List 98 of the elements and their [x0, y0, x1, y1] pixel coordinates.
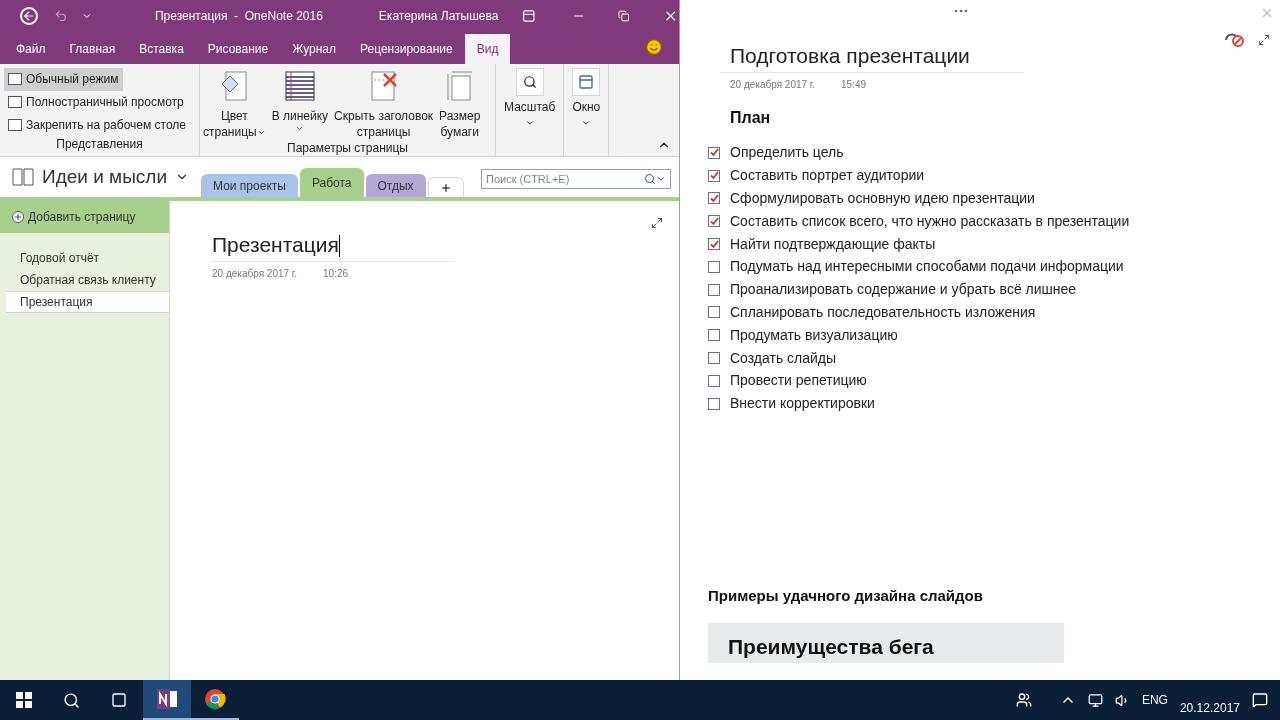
page-title: Подготовка презентации	[730, 43, 971, 69]
section-tab[interactable]: Отдых	[365, 174, 426, 197]
task-label: Составить портрет аудитории	[730, 166, 925, 186]
expand-icon[interactable]	[651, 217, 663, 229]
ribbon-button[interactable]: Цвет страницы	[200, 70, 269, 140]
more-dots-icon[interactable]	[954, 9, 968, 13]
page-time: 10:26	[323, 266, 349, 281]
task-label: Спланировать последовательность изложения	[730, 302, 1036, 322]
onenote-icon	[156, 689, 178, 709]
notebook-selector[interactable]: Идеи и мысли	[0, 157, 201, 197]
ribbon-tab[interactable]: Вид	[464, 34, 511, 64]
window-icon	[572, 68, 601, 96]
checkmark-icon	[709, 194, 719, 203]
task-label: Проанализировать содержание и убрать всё лишнее	[730, 280, 1077, 300]
outline-heading: План	[730, 107, 772, 128]
task-checkbox[interactable]	[708, 306, 720, 319]
group-label: Представления	[56, 136, 143, 152]
plus-icon	[12, 211, 24, 223]
page-title: Презентация	[212, 229, 455, 262]
search-icon[interactable]	[63, 691, 80, 709]
ribbon-tab[interactable]: Файл	[4, 34, 58, 64]
search-box[interactable]: Поиск (CTRL+E)	[481, 169, 671, 189]
checkmark-icon	[709, 171, 719, 181]
ribbon-button[interactable]: Масштаб	[504, 68, 556, 128]
ribbon-button[interactable]: Скрыть заголовок страницы	[331, 70, 437, 140]
notebook-icon	[12, 167, 34, 187]
page-view-icon	[8, 73, 22, 86]
task-label: Найти подтверждающие факты	[730, 234, 936, 254]
task-label: Составить список всего, что нужно рассказать в презентации	[730, 211, 1130, 231]
task-checkbox[interactable]	[708, 238, 720, 251]
caret-icon	[581, 118, 592, 128]
page-time: 15:49	[841, 77, 867, 92]
caret-icon[interactable]	[656, 174, 666, 184]
view-mode-button[interactable]: Закрепить на рабочем столе	[4, 113, 191, 136]
task-checkbox[interactable]	[708, 215, 720, 228]
task-view-icon[interactable]	[111, 692, 127, 708]
ribbon-tab[interactable]: Главная	[57, 34, 128, 64]
task-checkbox[interactable]	[708, 192, 720, 205]
onenote-taskbar-button[interactable]	[143, 680, 191, 720]
page-date: 20 декабря 2017 г.	[730, 77, 816, 92]
task-label: Определить цель	[730, 143, 844, 163]
notifications-icon[interactable]	[1252, 692, 1268, 708]
windows-icon	[16, 692, 32, 708]
group-label: Параметры страницы	[287, 140, 408, 156]
window-title: Презентация - OneNote 2016	[154, 8, 323, 25]
ribbon-button[interactable]: Размер бумаги	[436, 70, 484, 140]
section-tab[interactable]: Мои проекты	[201, 174, 298, 197]
task-checkbox[interactable]	[708, 169, 720, 182]
task-checkbox[interactable]	[708, 352, 720, 365]
task-label: Подумать над интересными способами подачи информации	[730, 257, 1124, 277]
sync-blocked-icon	[1224, 32, 1244, 48]
restore-icon[interactable]	[617, 10, 630, 22]
ribbon-display-icon[interactable]	[522, 9, 537, 23]
people-icon[interactable]	[1015, 692, 1032, 708]
ribbon-tab[interactable]: Вставка	[127, 34, 196, 64]
task-label: Продумать визуализацию	[730, 325, 898, 345]
add-page-button[interactable]: Добавить страницу	[0, 201, 169, 233]
language-indicator[interactable]: ENG	[1141, 691, 1168, 709]
page-list-item[interactable]: Обратная связь клиенту	[0, 269, 169, 291]
clock-date[interactable]: 20.12.2017	[1179, 699, 1240, 717]
search-field[interactable]: Поиск (CTRL+E)	[482, 170, 644, 188]
ruled-page-icon	[283, 70, 316, 102]
slide-title: Преимущества бега	[728, 635, 935, 659]
task-label: Провести репетицию	[730, 371, 867, 391]
task-checkbox[interactable]	[708, 374, 720, 387]
page-date: 20 декабря 2017 г.	[212, 266, 298, 281]
user-name: Екатерина Латышева	[378, 8, 499, 25]
expand-icon[interactable]	[1258, 34, 1270, 46]
task-label: Создать слайды	[730, 348, 837, 368]
task-checkbox[interactable]	[708, 260, 720, 273]
checkmark-icon	[709, 239, 719, 249]
page-view-icon	[8, 118, 22, 131]
caret-icon	[524, 118, 535, 128]
section-heading: Примеры удачного дизайна слайдов	[708, 585, 984, 606]
page-view-icon	[8, 96, 22, 108]
zoom-icon	[515, 68, 544, 96]
task-checkbox[interactable]	[708, 283, 720, 296]
back-icon[interactable]	[20, 7, 38, 25]
smiley-icon[interactable]	[645, 38, 663, 56]
task-checkbox[interactable]	[708, 146, 720, 159]
task-checkbox[interactable]	[708, 329, 720, 342]
chrome-icon	[204, 688, 226, 710]
checkmark-icon	[709, 148, 719, 158]
ribbon-button[interactable]: В линейку	[268, 70, 332, 133]
view-mode-button[interactable]: Полностраничный просмотр	[4, 90, 188, 114]
ribbon-tab[interactable]: Журнал	[280, 34, 349, 64]
task-label: Сформулировать основную идею презентации	[730, 189, 1035, 208]
ribbon-tab[interactable]: Рисование	[195, 34, 281, 64]
view-mode-button[interactable]: Обычный режим	[4, 68, 123, 91]
ribbon-tab[interactable]: Рецензирование	[348, 34, 465, 64]
page-list-item[interactable]: Презентация	[6, 291, 169, 313]
page-list-item[interactable]: Годовой отчёт	[0, 247, 169, 269]
task-checkbox[interactable]	[708, 397, 720, 410]
plus-icon	[439, 181, 452, 194]
checkmark-icon	[709, 216, 719, 226]
section-tab[interactable]: Работа	[299, 168, 364, 197]
ribbon-button[interactable]: Окно	[572, 68, 601, 128]
task-label: Внести корректировки	[730, 394, 875, 414]
